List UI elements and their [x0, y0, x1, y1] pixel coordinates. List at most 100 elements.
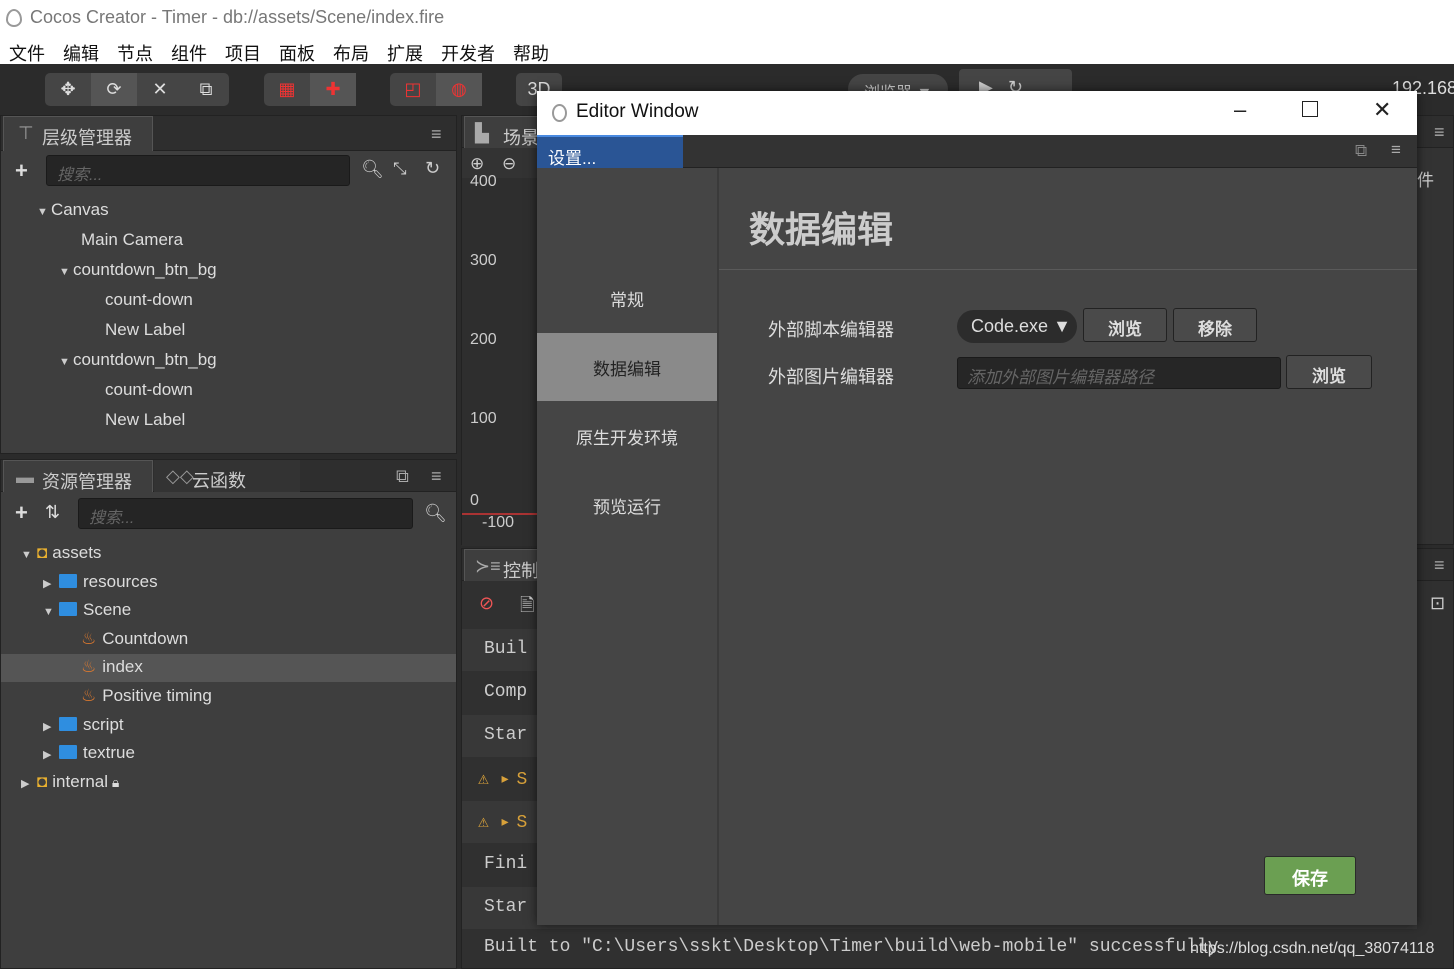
sort-icon[interactable]: ⇅	[45, 502, 60, 523]
search-icon[interactable]: 🔍︎	[361, 159, 384, 180]
caret-right-icon[interactable]: ▶	[43, 748, 59, 761]
asset-item[interactable]: ♨ Countdown	[1, 626, 456, 654]
hierarchy-node[interactable]: New Label	[105, 410, 185, 430]
asset-item[interactable]: ▶ textrue	[1, 740, 456, 768]
tab-assets[interactable]: ▬ 资源管理器	[3, 460, 153, 492]
caret-down-icon[interactable]: ▼	[21, 549, 37, 561]
hierarchy-search-input[interactable]: 搜索...	[46, 155, 350, 186]
caret-right-icon[interactable]: ▶	[43, 720, 59, 733]
rect-tool-icon[interactable]: ⧉	[183, 73, 229, 106]
save-button[interactable]: 保存	[1264, 856, 1356, 895]
node-label: count-down	[105, 380, 193, 399]
menu-component[interactable]: 组件	[162, 36, 216, 64]
scale-tool-icon[interactable]: ✕	[137, 73, 183, 106]
assets-search-input[interactable]: 搜索...	[78, 498, 413, 529]
panel-menu-icon[interactable]: ≡	[1391, 140, 1401, 160]
warning-icon: ⚠	[478, 813, 500, 833]
caret-down-icon[interactable]: ▼	[59, 266, 73, 278]
console-text: Fini	[484, 854, 528, 874]
caret-right-icon[interactable]: ▶	[43, 577, 59, 590]
panel-menu-icon[interactable]: ≡	[431, 124, 442, 145]
asset-item[interactable]: ▶ script	[1, 712, 456, 740]
menu-edit[interactable]: 编辑	[54, 36, 108, 64]
tab-hierarchy[interactable]: ⊤ 层级管理器	[3, 116, 153, 151]
hierarchy-icon: ⊤	[18, 123, 34, 143]
hierarchy-node[interactable]: ▼ countdown_btn_bg	[59, 350, 217, 370]
zoom-out-icon[interactable]: ⊖	[502, 154, 516, 174]
tab-settings[interactable]: 设置...	[537, 135, 683, 168]
global-coord-icon[interactable]: ◍	[436, 73, 482, 106]
settings-sidebar: 常规 数据编辑 原生开发环境 预览运行	[537, 168, 719, 925]
menu-help[interactable]: 帮助	[504, 36, 558, 64]
hierarchy-node[interactable]: count-down	[105, 290, 193, 310]
console-text: S	[516, 770, 528, 790]
filter-dropdown-icon[interactable]: ⊡	[1430, 593, 1445, 614]
panel-menu-icon[interactable]: ≡	[1434, 555, 1445, 576]
local-coord-icon[interactable]: ◰	[390, 73, 436, 106]
asset-item[interactable]: ▶ resources	[1, 569, 456, 597]
hierarchy-node[interactable]: Main Camera	[81, 230, 183, 250]
hierarchy-node[interactable]: ▼ countdown_btn_bg	[59, 260, 217, 280]
caret-down-icon[interactable]: ▼	[59, 356, 73, 368]
scene-viewport[interactable]	[462, 178, 542, 546]
caret-down-icon[interactable]: ▼	[37, 206, 51, 218]
settings-nav-item[interactable]: 预览运行	[537, 471, 717, 539]
caret-right-icon[interactable]: ▶	[21, 777, 37, 790]
asset-item[interactable]: ▼ Scene	[1, 597, 456, 625]
collapse-icon[interactable]: ⤡	[393, 159, 407, 179]
script-browse-button[interactable]: 浏览	[1083, 308, 1167, 342]
close-button[interactable]: ✕	[1373, 97, 1391, 123]
expand-caret-icon[interactable]: ▸	[500, 770, 511, 790]
search-icon[interactable]: 🔍︎	[424, 503, 447, 524]
console-text: Star	[484, 897, 528, 917]
settings-nav-item[interactable]: 原生开发环境	[537, 402, 717, 470]
hierarchy-node[interactable]: New Label	[105, 320, 185, 340]
folder-icon	[59, 573, 77, 588]
minimize-button[interactable]: –	[1234, 97, 1246, 123]
asset-label: Positive timing	[102, 686, 212, 705]
popout-icon[interactable]: ⧉	[1355, 141, 1367, 161]
zoom-in-icon[interactable]: ⊕	[470, 154, 484, 174]
asset-item[interactable]: ▶ ◘ internal 🔒︎	[1, 769, 456, 797]
menu-extension[interactable]: 扩展	[378, 36, 432, 64]
asset-item[interactable]: ▼ ◘ assets	[1, 540, 456, 568]
settings-nav-item[interactable]: 常规	[537, 264, 717, 332]
image-editor-label: 外部图片编辑器	[768, 367, 894, 387]
script-remove-button[interactable]: 移除	[1173, 308, 1257, 342]
menu-panel[interactable]: 面板	[270, 36, 324, 64]
section-heading: 数据编辑	[749, 209, 894, 250]
caret-down-icon[interactable]: ▼	[43, 606, 59, 618]
menu-file[interactable]: 文件	[0, 36, 54, 64]
image-browse-button[interactable]: 浏览	[1286, 355, 1372, 389]
asset-item[interactable]: ♨ Positive timing	[1, 683, 456, 711]
menu-node[interactable]: 节点	[108, 36, 162, 64]
expand-caret-icon[interactable]: ▸	[500, 813, 511, 833]
popout-icon[interactable]: ⧉	[396, 466, 409, 487]
dialog-title: Editor Window	[576, 101, 699, 122]
script-editor-select[interactable]: Code.exe ▼	[957, 310, 1077, 343]
menu-developer[interactable]: 开发者	[432, 36, 504, 64]
tab-label: 控制	[503, 561, 539, 581]
maximize-button[interactable]	[1302, 101, 1318, 117]
refresh-icon[interactable]: ↻	[425, 158, 440, 179]
clear-icon[interactable]: ⊘	[479, 593, 494, 614]
assets-icon: ▬	[16, 467, 34, 487]
asset-item[interactable]: ♨ index	[1, 654, 456, 683]
rotate-tool-icon[interactable]: ⟳	[91, 73, 137, 106]
move-tool-icon[interactable]: ✥	[45, 73, 91, 106]
menu-project[interactable]: 项目	[216, 36, 270, 64]
panel-menu-icon[interactable]: ≡	[431, 466, 442, 487]
add-asset-icon[interactable]: +	[15, 500, 28, 526]
center-icon[interactable]: ✚	[310, 73, 356, 106]
asset-label: assets	[52, 543, 102, 562]
settings-nav-item[interactable]: 数据编辑	[537, 333, 717, 401]
tab-cloud-function[interactable]: ◇◇ 云函数	[154, 460, 300, 492]
menu-layout[interactable]: 布局	[324, 36, 378, 64]
panel-menu-icon[interactable]: ≡	[1434, 122, 1445, 143]
open-log-icon[interactable]: 🗎︎	[520, 593, 534, 623]
image-editor-path-input[interactable]: 添加外部图片编辑器路径	[957, 357, 1281, 389]
hierarchy-node[interactable]: count-down	[105, 380, 193, 400]
hierarchy-node[interactable]: ▼ Canvas	[37, 200, 109, 220]
add-node-icon[interactable]: +	[15, 158, 28, 184]
pivot-icon[interactable]: ▦	[264, 73, 310, 106]
